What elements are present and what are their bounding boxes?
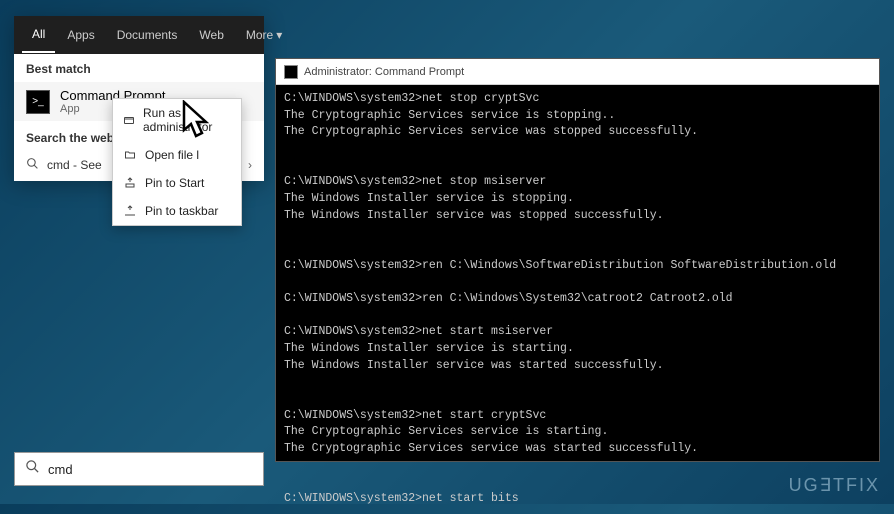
best-match-label: Best match — [14, 54, 264, 82]
search-tabs: All Apps Documents Web More ▾ — [14, 16, 264, 54]
menu-pin-to-taskbar[interactable]: Pin to taskbar — [113, 197, 241, 225]
menu-label: Pin to taskbar — [145, 204, 218, 218]
search-box[interactable] — [14, 452, 264, 486]
tab-web[interactable]: Web — [189, 18, 233, 52]
folder-icon — [123, 148, 137, 162]
web-result-text: cmd - See — [47, 158, 102, 172]
pin-start-icon — [123, 176, 137, 190]
cmd-titlebar[interactable]: Administrator: Command Prompt — [276, 59, 879, 85]
tab-documents[interactable]: Documents — [107, 18, 188, 52]
chevron-down-icon: ▾ — [276, 28, 282, 42]
pin-taskbar-icon — [123, 204, 137, 218]
shield-admin-icon — [123, 113, 135, 127]
menu-label: Open file l — [145, 148, 199, 162]
menu-run-as-administrator[interactable]: Run as administrator — [113, 99, 241, 141]
command-prompt-window: Administrator: Command Prompt C:\WINDOWS… — [275, 58, 880, 462]
command-prompt-icon: >_ — [26, 90, 50, 114]
menu-label: Pin to Start — [145, 176, 204, 190]
search-icon — [25, 459, 40, 479]
cursor-icon — [180, 100, 218, 144]
search-icon — [26, 157, 39, 173]
menu-pin-to-start[interactable]: Pin to Start — [113, 169, 241, 197]
cmd-window-icon — [284, 65, 298, 79]
watermark: UG∃TFIX — [789, 475, 880, 496]
tab-all[interactable]: All — [22, 17, 55, 53]
chevron-right-icon: › — [248, 158, 252, 172]
context-menu: Run as administrator Open file l Pin to … — [112, 98, 242, 226]
tab-more[interactable]: More ▾ — [236, 18, 292, 52]
cmd-window-title: Administrator: Command Prompt — [304, 66, 464, 78]
search-input[interactable] — [48, 462, 253, 477]
cmd-body[interactable]: C:\WINDOWS\system32>net stop cryptSvc Th… — [276, 85, 879, 514]
tab-more-label: More — [246, 28, 273, 42]
menu-open-file-location[interactable]: Open file l — [113, 141, 241, 169]
tab-apps[interactable]: Apps — [57, 18, 104, 52]
